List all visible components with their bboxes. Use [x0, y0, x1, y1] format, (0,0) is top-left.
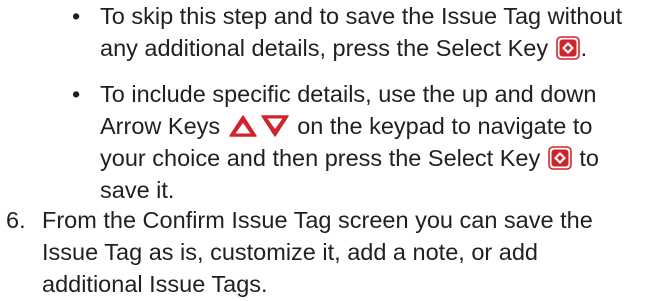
bullet-mark: • — [72, 81, 81, 107]
bullet-include-details: • To include specific details, use the u… — [72, 78, 637, 206]
bullet-skip-step: • To skip this step and to save the Issu… — [72, 0, 637, 64]
instruction-bullets: • To skip this step and to save the Issu… — [72, 0, 637, 206]
step-text: From the Confirm Issue Tag screen you ca… — [42, 207, 593, 297]
up-arrow-key-icon — [228, 115, 257, 137]
bullet-text-end: . — [580, 35, 588, 61]
down-arrow-key-icon — [260, 115, 289, 137]
step-6: 6. From the Confirm Issue Tag screen you… — [6, 204, 638, 300]
select-key-icon — [547, 146, 572, 170]
step-number: 6. — [6, 207, 26, 233]
bullet-text: To skip this step and to save the Issue … — [100, 3, 623, 61]
manual-page: • To skip this step and to save the Issu… — [0, 0, 645, 301]
select-key-icon — [555, 36, 580, 60]
bullet-mark: • — [72, 3, 81, 29]
